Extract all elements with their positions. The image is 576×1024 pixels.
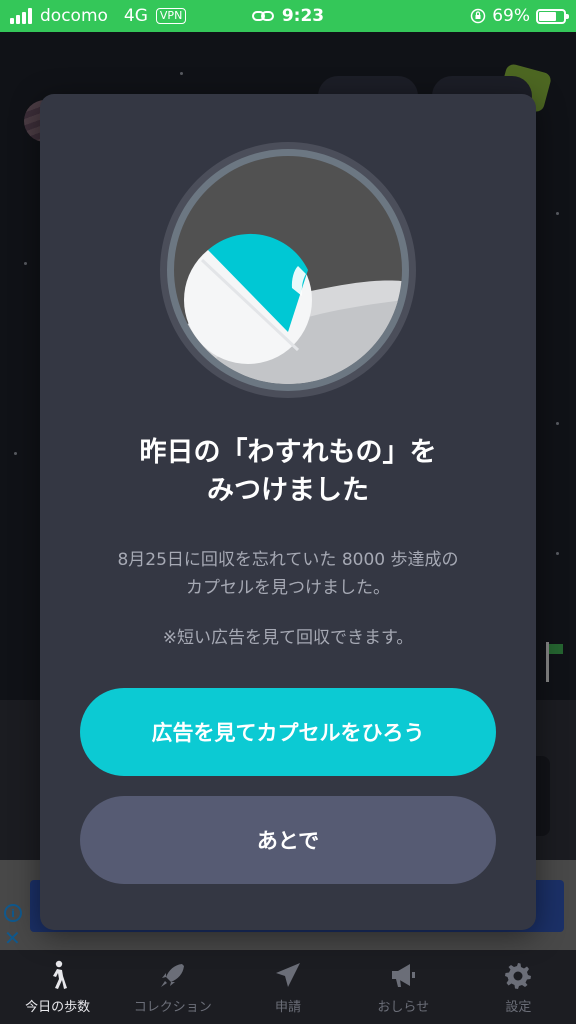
vpn-badge: VPN bbox=[155, 8, 187, 24]
status-left: docomo 4G VPN bbox=[10, 6, 187, 26]
gear-icon bbox=[503, 960, 533, 990]
dialog-description-line: 8月25日に回収を忘れていた 8000 歩達成の bbox=[117, 550, 459, 570]
paper-plane-icon bbox=[273, 960, 303, 990]
tab-collection[interactable]: コレクション bbox=[115, 950, 230, 1024]
dialog-title: 昨日の「わすれもの」を みつけました bbox=[40, 434, 536, 510]
status-bar: docomo 4G VPN 9:23 69% bbox=[0, 0, 576, 32]
rocket-icon bbox=[158, 960, 188, 990]
tab-news[interactable]: おしらせ bbox=[346, 950, 461, 1024]
status-right: 69% bbox=[470, 6, 569, 26]
tab-label: おしらせ bbox=[377, 999, 430, 1015]
megaphone-icon bbox=[388, 960, 418, 990]
signal-strength-icon bbox=[10, 8, 32, 24]
later-button[interactable]: あとで bbox=[80, 796, 496, 884]
orientation-lock-icon bbox=[470, 8, 486, 24]
tab-label: 申請 bbox=[275, 999, 302, 1015]
dialog-description-line: カプセルを見つけました。 bbox=[186, 578, 390, 598]
battery-percent: 69% bbox=[492, 6, 530, 26]
dialog-title-line: 昨日の「わすれもの」を bbox=[139, 437, 437, 468]
dialog-note: ※短い広告を見て回収できます。 bbox=[162, 628, 414, 648]
tab-label: コレクション bbox=[133, 999, 212, 1015]
battery-icon bbox=[536, 8, 569, 24]
tab-apply[interactable]: 申請 bbox=[230, 950, 345, 1024]
clock: 9:23 bbox=[281, 6, 325, 26]
dialog-description: 8月25日に回収を忘れていた 8000 歩達成の カプセルを見つけました。 bbox=[40, 546, 536, 602]
network-type: 4G bbox=[123, 6, 148, 26]
link-icon bbox=[251, 11, 274, 21]
tab-settings[interactable]: 設定 bbox=[461, 950, 576, 1024]
carrier-name: docomo bbox=[40, 6, 108, 26]
walking-person-icon bbox=[43, 960, 73, 990]
capsule-illustration bbox=[160, 142, 416, 398]
tab-label: 設定 bbox=[505, 999, 532, 1015]
tab-bar: 今日の歩数 コレクション 申請 おしらせ 設定 bbox=[0, 950, 576, 1024]
tab-today-steps[interactable]: 今日の歩数 bbox=[0, 950, 115, 1024]
tab-label: 今日の歩数 bbox=[25, 999, 91, 1015]
watch-ad-collect-button[interactable]: 広告を見てカプセルをひろう bbox=[80, 688, 496, 776]
dialog-title-line: みつけました bbox=[207, 475, 369, 506]
forgotten-capsule-dialog: 昨日の「わすれもの」を みつけました 8月25日に回収を忘れていた 8000 歩… bbox=[40, 94, 536, 930]
